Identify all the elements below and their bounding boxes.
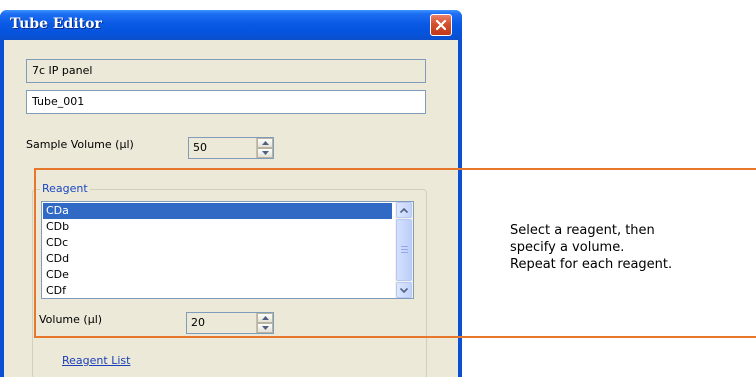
panel-name-field[interactable]: 7c IP panel [26, 59, 426, 83]
window-title: Tube Editor [10, 16, 102, 32]
callout-line: Select a reagent, then [510, 223, 655, 238]
close-icon [435, 19, 447, 31]
callout-line: Repeat for each reagent. [510, 257, 673, 272]
sample-volume-down-button[interactable] [257, 148, 273, 158]
close-button[interactable] [430, 14, 452, 36]
arrow-down-icon [261, 151, 269, 155]
title-bar[interactable]: Tube Editor [0, 10, 462, 40]
stage: Tube Editor 7c IP panel Tube_001 Sample … [0, 0, 756, 377]
tube-name-input[interactable]: Tube_001 [26, 90, 426, 114]
sample-volume-label: Sample Volume (µl) [26, 138, 134, 151]
sample-volume-stepper[interactable]: 50 [188, 137, 274, 159]
callout-text: Select a reagent, then specify a volume.… [510, 222, 672, 273]
callout-line: specify a volume. [510, 240, 625, 255]
reagent-list-link[interactable]: Reagent List [62, 354, 130, 367]
sample-volume-up-button[interactable] [257, 138, 273, 148]
arrow-up-icon [261, 141, 269, 145]
sample-volume-value[interactable]: 50 [189, 138, 256, 158]
